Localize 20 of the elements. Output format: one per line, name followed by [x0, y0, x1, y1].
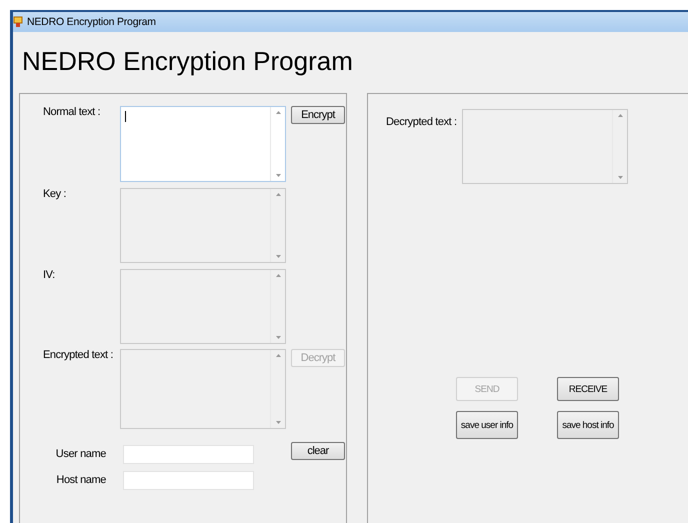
scroll-up-icon[interactable]	[276, 111, 280, 114]
input-field[interactable]	[123, 445, 254, 464]
clear-button[interactable]: clear	[291, 442, 345, 460]
window-title: NEDRO Encryption Program	[27, 16, 156, 28]
field-label: Encrypted text :	[43, 349, 114, 361]
text-area-field[interactable]	[120, 106, 286, 182]
field-label: User name	[56, 448, 106, 460]
app-icon	[13, 16, 23, 28]
action-button[interactable]: Encrypt	[291, 106, 345, 124]
field-label: Key :	[43, 188, 66, 200]
field-label: IV:	[43, 269, 55, 281]
field-label: Decrypted text :	[386, 116, 457, 128]
field-label: Normal text :	[43, 106, 100, 118]
scroll-down-icon[interactable]	[276, 174, 280, 177]
field-label: Host name	[56, 474, 106, 486]
action-button[interactable]: save user info	[456, 411, 518, 439]
app-heading: NEDRO Encryption Program	[22, 46, 353, 76]
action-button[interactable]: save host info	[557, 411, 619, 439]
action-button[interactable]: RECEIVE	[557, 377, 619, 401]
input-field[interactable]	[123, 471, 254, 490]
